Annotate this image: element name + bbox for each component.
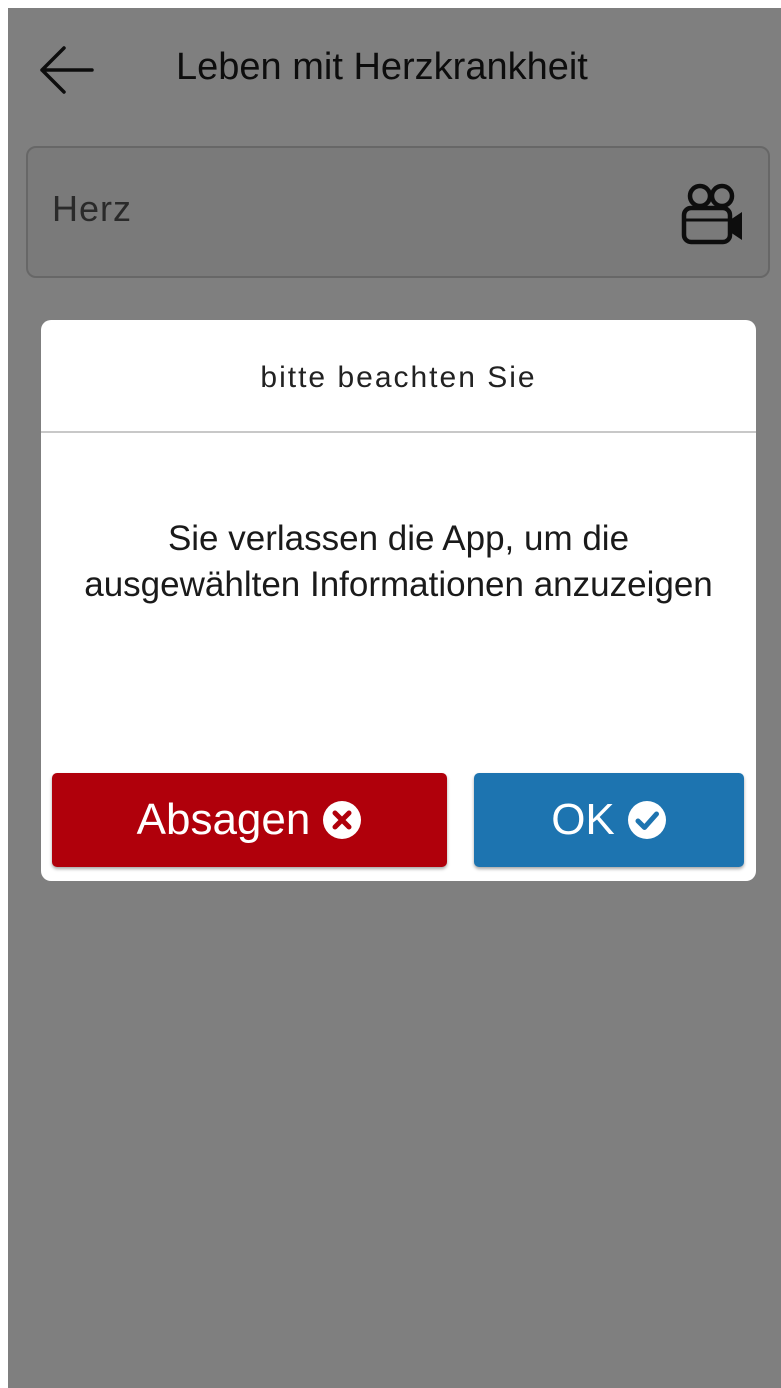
cancel-button-label: Absagen [136, 795, 311, 844]
dialog-message: Sie verlassen die App, um die ausgewählt… [84, 519, 713, 604]
dialog-title: bitte beachten Sie [260, 360, 537, 394]
close-circle-icon [323, 801, 362, 839]
cancel-button[interactable]: Absagen [52, 773, 447, 867]
ok-button-label: OK [551, 795, 615, 844]
app-screen: Leben mit Herzkrankheit bitte beachten S… [8, 8, 781, 1388]
check-circle-icon [627, 801, 666, 839]
dialog-header: bitte beachten Sie [41, 320, 756, 433]
confirm-dialog: bitte beachten Sie Sie verlassen die App… [41, 320, 756, 881]
ok-button[interactable]: OK [474, 773, 744, 867]
